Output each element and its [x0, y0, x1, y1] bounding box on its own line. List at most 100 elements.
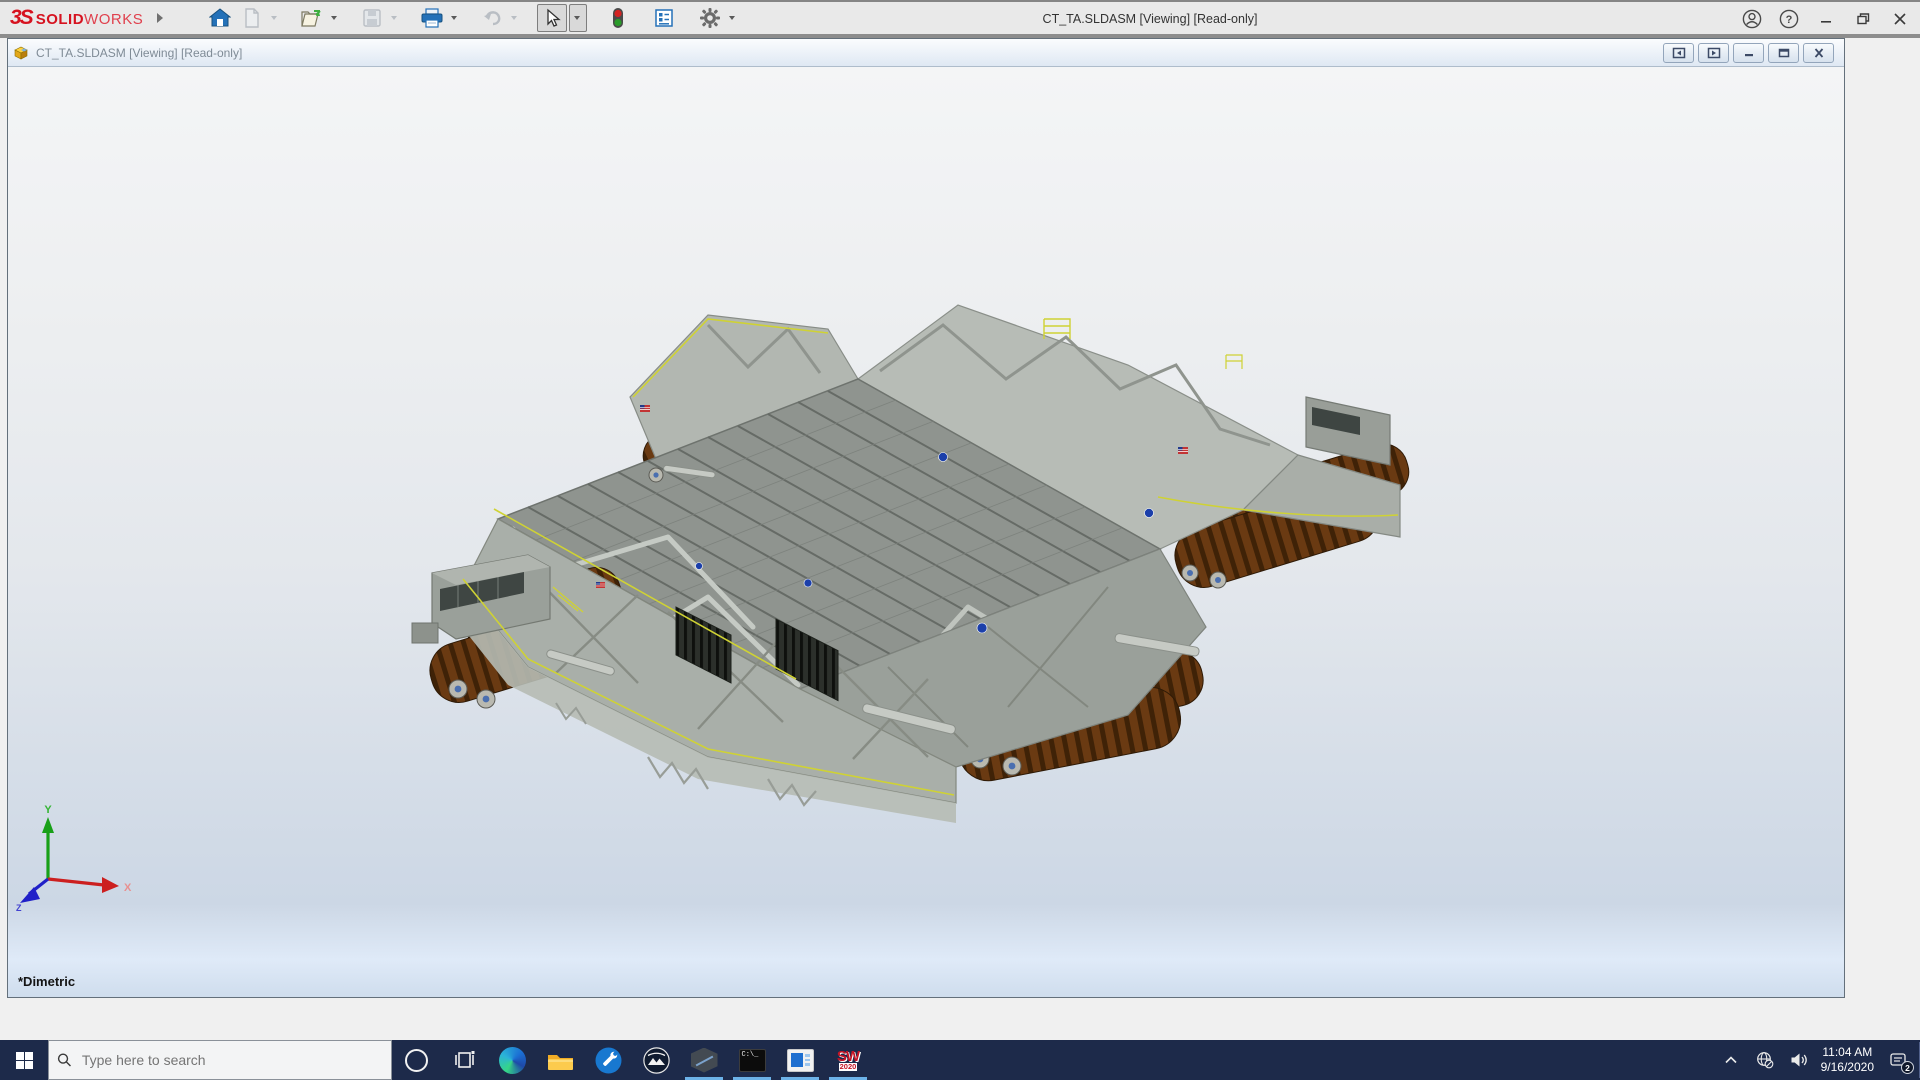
orientation-triad: Y X Z — [16, 804, 132, 913]
save-icon — [363, 9, 381, 27]
undo-icon — [484, 11, 501, 26]
doc-restore-button[interactable] — [1768, 42, 1799, 63]
triad-y-label: Y — [44, 804, 52, 816]
doc-restore-icon — [1778, 48, 1789, 57]
close-icon — [1894, 13, 1906, 25]
gear-icon — [700, 8, 721, 28]
pane-right-icon — [1707, 47, 1720, 58]
restore-button[interactable] — [1851, 7, 1875, 31]
account-icon — [1742, 9, 1762, 29]
file-explorer-icon — [547, 1054, 573, 1070]
document-title: CT_TA.SLDASM [Viewing] [Read-only] — [36, 45, 243, 60]
taskbar-search[interactable] — [48, 1040, 392, 1080]
doc-close-button[interactable] — [1803, 42, 1834, 63]
doc-close-icon — [1814, 47, 1823, 58]
taskbar-app-edge[interactable] — [488, 1040, 536, 1080]
stoplight-button[interactable] — [603, 4, 633, 32]
new-document-button — [237, 4, 267, 32]
search-input[interactable] — [79, 1051, 383, 1069]
start-button[interactable] — [0, 1040, 48, 1080]
doc-minimize-icon — [1744, 53, 1753, 56]
windows-logo-icon — [15, 1051, 33, 1069]
speaker-icon — [1791, 1053, 1807, 1067]
solidworks-logo: 3S SOLID WORKS — [10, 6, 144, 29]
window-title: CT_TA.SLDASM [Viewing] [Read-only] — [1042, 12, 1258, 26]
clock[interactable]: 11:04 AM 9/16/2020 — [1821, 1045, 1874, 1075]
assembly-icon — [14, 46, 28, 59]
select-tool-button[interactable] — [537, 4, 568, 32]
open-button[interactable] — [297, 4, 327, 32]
print-dropdown[interactable] — [451, 16, 458, 20]
options-dropdown[interactable] — [729, 16, 736, 20]
tray-network-button[interactable] — [1753, 1040, 1777, 1080]
quick-toolbar — [191, 4, 739, 32]
window-controls: ? — [1740, 2, 1912, 36]
print-icon — [421, 8, 443, 28]
open-folder-icon — [301, 10, 321, 27]
logo-flyout-arrow[interactable] — [157, 13, 164, 23]
stoplight-icon — [613, 8, 624, 28]
select-tool-dropdown[interactable] — [569, 4, 588, 32]
edge-icon — [498, 1046, 526, 1074]
document-window: CT_TA.SLDASM [Viewing] [Read-only] Y X Z… — [7, 38, 1845, 998]
home-button[interactable] — [205, 4, 235, 32]
photos-icon — [642, 1046, 670, 1074]
taskbar-app-task-view[interactable] — [440, 1040, 488, 1080]
properties-button[interactable] — [649, 4, 679, 32]
taskbar-apps: C:\_ SW 2020 — [392, 1040, 872, 1080]
taskbar: C:\_ SW 2020 — [0, 1040, 1920, 1080]
pane-right-button[interactable] — [1698, 42, 1729, 63]
minimize-icon — [1821, 21, 1831, 23]
app-titlebar: 3S SOLID WORKS CT_TA.SLDASM [Viewing] [R… — [0, 0, 1920, 38]
clock-time: 11:04 AM — [1822, 1045, 1873, 1059]
command-prompt-icon: C:\_ — [738, 1048, 766, 1072]
tray-volume-button[interactable] — [1787, 1040, 1811, 1080]
print-button[interactable] — [417, 4, 447, 32]
search-icon — [57, 1053, 71, 1067]
help-icon: ? — [1779, 9, 1799, 29]
taskbar-app-solidworks[interactable]: SW 2020 — [824, 1040, 872, 1080]
taskbar-app-support-tool[interactable] — [584, 1040, 632, 1080]
save-button — [357, 4, 387, 32]
taskbar-app-hexagon[interactable] — [680, 1040, 728, 1080]
new-document-icon — [245, 8, 259, 28]
hexagon-app-icon — [690, 1047, 718, 1073]
task-view-icon — [455, 1051, 475, 1068]
taskbar-app-window[interactable] — [776, 1040, 824, 1080]
wrench-circle-icon — [595, 1047, 621, 1073]
new-document-dropdown — [271, 16, 278, 20]
notification-badge: 2 — [1901, 1061, 1914, 1074]
help-button[interactable]: ? — [1777, 7, 1801, 31]
triad-x-label: X — [124, 882, 132, 894]
close-button[interactable] — [1888, 7, 1912, 31]
minimize-button[interactable] — [1814, 7, 1838, 31]
triad-z-label: Z — [16, 903, 22, 913]
taskbar-app-file-explorer[interactable] — [536, 1040, 584, 1080]
pane-left-button[interactable] — [1663, 42, 1694, 63]
window-app-icon — [786, 1048, 814, 1072]
taskbar-app-cortana[interactable] — [392, 1040, 440, 1080]
crawler-transporter-model — [411, 304, 1410, 823]
svg-text:?: ? — [1786, 14, 1793, 26]
select-cursor-icon — [547, 8, 561, 27]
action-center-button[interactable]: 2 — [1884, 1040, 1914, 1080]
home-icon — [209, 8, 232, 27]
taskbar-app-photos[interactable] — [632, 1040, 680, 1080]
account-button[interactable] — [1740, 7, 1764, 31]
options-button[interactable] — [695, 4, 725, 32]
doc-minimize-button[interactable] — [1733, 42, 1764, 63]
cortana-icon — [404, 1048, 428, 1072]
chevron-up-icon — [1725, 1056, 1737, 1064]
document-titlebar[interactable]: CT_TA.SLDASM [Viewing] [Read-only] — [8, 39, 1844, 67]
save-dropdown — [391, 16, 398, 20]
tray-chevron-button[interactable] — [1719, 1040, 1743, 1080]
graphics-viewport[interactable]: Y X Z *Dimetric — [8, 67, 1844, 997]
taskbar-app-command-prompt[interactable]: C:\_ — [728, 1040, 776, 1080]
undo-button — [477, 4, 507, 32]
document-window-buttons — [1663, 42, 1834, 63]
open-dropdown[interactable] — [331, 16, 338, 20]
undo-dropdown — [511, 16, 518, 20]
pane-left-icon — [1672, 47, 1685, 58]
properties-icon — [655, 9, 673, 27]
system-tray: 11:04 AM 9/16/2020 2 — [1719, 1040, 1920, 1080]
